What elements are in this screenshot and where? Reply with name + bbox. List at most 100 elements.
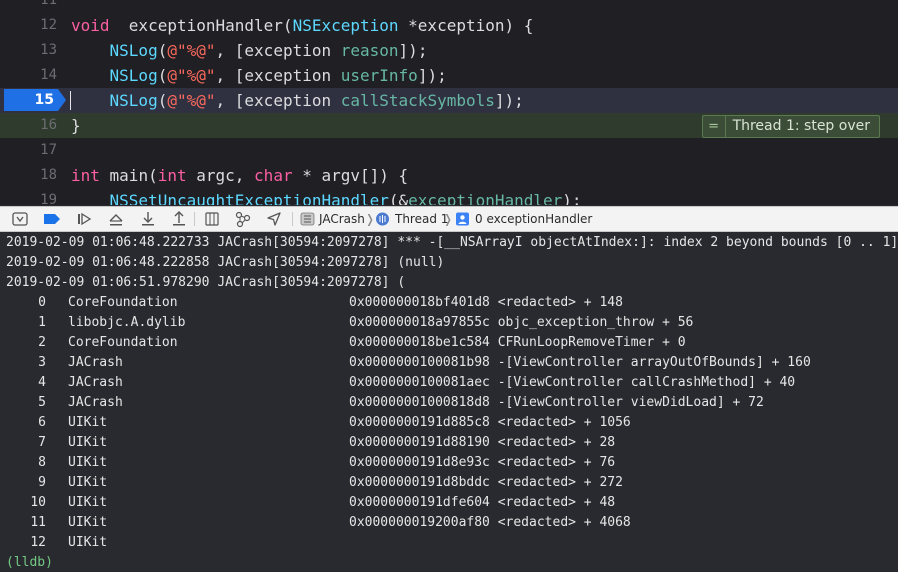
stack-frame-address: 0x00000001000818d8 -[ViewController view…: [349, 395, 764, 410]
stack-frame-index: 1: [38, 315, 46, 330]
stack-frame-library: libobjc.A.dylib: [68, 315, 186, 330]
source-editor[interactable]: 11 12 void exceptionHandler(NSException *e…: [0, 0, 898, 205]
console-log-line: 2019-02-09 01:06:51.978290 JACrash[30594…: [6, 275, 406, 290]
code-line[interactable]: 14 NSLog(@"%@", [exception userInfo]);: [0, 63, 898, 88]
code-token: NSLog: [109, 41, 158, 60]
line-number[interactable]: 17: [0, 138, 57, 163]
stack-frame-index: 4: [38, 375, 46, 390]
code-token: userInfo: [340, 66, 418, 85]
stack-frame-index: 0: [38, 295, 46, 310]
stack-frame-address: 0x000000018a97855c objc_exception_throw …: [349, 315, 694, 330]
step-into-icon[interactable]: [139, 210, 157, 228]
stack-frame-index: 9: [38, 475, 46, 490]
line-number[interactable]: 13: [0, 38, 57, 63]
code-text: void exceptionHandler(NSException *excep…: [71, 13, 533, 38]
breakpoints-toggle-icon[interactable]: [42, 210, 62, 228]
step-out-icon[interactable]: [170, 210, 188, 228]
stack-frame-library: UIKit: [68, 495, 108, 510]
debug-bar: JACrash ❭ Thread 1 ❭ 0 exceptionHandler: [0, 206, 898, 232]
code-line[interactable]: 16} = Thread 1: step over: [0, 113, 898, 138]
stack-frame-address: 0x0000000191d88190 <redacted> + 28: [349, 435, 616, 450]
equals-icon: =: [703, 116, 726, 137]
hide-debug-area-icon[interactable]: [11, 210, 29, 228]
code-line[interactable]: 13 NSLog(@"%@", [exception reason]);: [0, 38, 898, 63]
breadcrumb-target[interactable]: JACrash: [319, 207, 365, 232]
stack-frame-address: 0x000000018bf401d8 <redacted> + 148: [349, 295, 623, 310]
breadcrumb-chevron-icon: ❭: [443, 212, 454, 226]
code-line[interactable]: 1515 NSLog(@"%@", [exception callStackSy…: [0, 88, 898, 113]
simulate-location-icon[interactable]: [265, 210, 283, 228]
stack-frame-library: UIKit: [68, 475, 108, 490]
code-line[interactable]: 19 NSSetUncaughtExceptionHandler(&except…: [0, 188, 898, 205]
stack-frame-index: 6: [38, 415, 46, 430]
code-token: argc,: [186, 166, 255, 185]
code-token: ]);: [398, 41, 428, 60]
stack-frame-index: 10: [30, 495, 46, 510]
code-token: (&: [388, 191, 409, 205]
code-text: NSLog(@"%@", [exception userInfo]);: [71, 63, 447, 88]
stack-frame-library: JACrash: [68, 355, 123, 370]
stack-frame-library: UIKit: [68, 535, 108, 550]
code-token: NSSetUncaughtExceptionHandler: [109, 191, 389, 205]
code-token: ]);: [417, 66, 447, 85]
breakpoint-marker[interactable]: 15: [4, 89, 66, 111]
stack-frame-library: UIKit: [68, 455, 108, 470]
code-token: , [exception: [215, 41, 341, 60]
line-number[interactable]: 16: [0, 113, 57, 138]
code-token: ]);: [494, 91, 524, 110]
stack-frame-index: 12: [30, 535, 46, 550]
lldb-prompt[interactable]: (lldb): [6, 553, 53, 572]
line-number[interactable]: 18: [0, 163, 57, 188]
code-token: , [exception: [215, 66, 341, 85]
code-token: (: [157, 41, 168, 60]
stack-frame-address: 0x0000000191d8bddc <redacted> + 272: [349, 475, 623, 490]
code-line[interactable]: 12 void exceptionHandler(NSException *exc…: [0, 13, 898, 38]
code-token: * argv[]) {: [292, 166, 409, 185]
stack-frame-library: CoreFoundation: [68, 335, 178, 350]
code-token: reason: [340, 41, 399, 60]
code-token: @"%@": [167, 91, 216, 110]
stack-frame-index: 7: [38, 435, 46, 450]
code-token: int: [71, 166, 100, 185]
debug-console[interactable]: 2019-02-09 01:06:48.222733 JACrash[30594…: [0, 232, 898, 572]
code-text: NSLog(@"%@", [exception reason]);: [71, 38, 428, 63]
memory-graph-icon[interactable]: [234, 210, 252, 228]
code-token: char: [254, 166, 293, 185]
debug-view-hierarchy-icon[interactable]: [203, 210, 221, 228]
thread-status-tag[interactable]: = Thread 1: step over: [701, 115, 880, 138]
code-text: int main(int argc, char * argv[]) {: [71, 163, 408, 188]
step-over-icon[interactable]: [107, 210, 125, 228]
code-text: NSLog(@"%@", [exception callStackSymbols…: [71, 88, 524, 113]
line-number[interactable]: 12: [0, 13, 57, 38]
code-text: }: [71, 113, 81, 138]
code-line[interactable]: 18 int main(int argc, char * argv[]) {: [0, 163, 898, 188]
breakpoint-line-number: 15: [34, 92, 54, 108]
stack-frame-address: 0x0000000191d885c8 <redacted> + 1056: [349, 415, 631, 430]
stack-frame-address: 0x000000019200af80 <redacted> + 4068: [349, 515, 631, 530]
line-number[interactable]: 19: [0, 188, 57, 205]
code-token: exceptionHandler: [408, 191, 563, 205]
line-number[interactable]: 14: [0, 63, 57, 88]
stack-frame-address: 0x0000000191dfe604 <redacted> + 48: [349, 495, 616, 510]
stack-frame-library: JACrash: [68, 375, 123, 390]
code-token: exceptionHandler(: [109, 16, 293, 35]
stack-frame-address: 0x0000000100081aec -[ViewController call…: [349, 375, 796, 390]
line-number[interactable]: 11: [0, 0, 57, 13]
stack-frame-index: 5: [38, 395, 46, 410]
code-line[interactable]: 17: [0, 138, 898, 163]
stack-frame-index: 2: [38, 335, 46, 350]
thread-status-text: Thread 1: step over: [732, 118, 870, 134]
code-line[interactable]: 11: [0, 0, 898, 13]
breadcrumb-chevron-icon: ❭: [365, 212, 376, 226]
code-token: main(: [99, 166, 158, 185]
continue-icon[interactable]: [75, 210, 93, 228]
stack-frame-icon: [455, 211, 470, 229]
code-token: (: [157, 91, 168, 110]
code-token: int: [157, 166, 187, 185]
target-app-icon: [300, 211, 315, 229]
breadcrumb-thread[interactable]: Thread 1: [395, 207, 448, 232]
breadcrumb-frame[interactable]: 0 exceptionHandler: [475, 207, 592, 232]
